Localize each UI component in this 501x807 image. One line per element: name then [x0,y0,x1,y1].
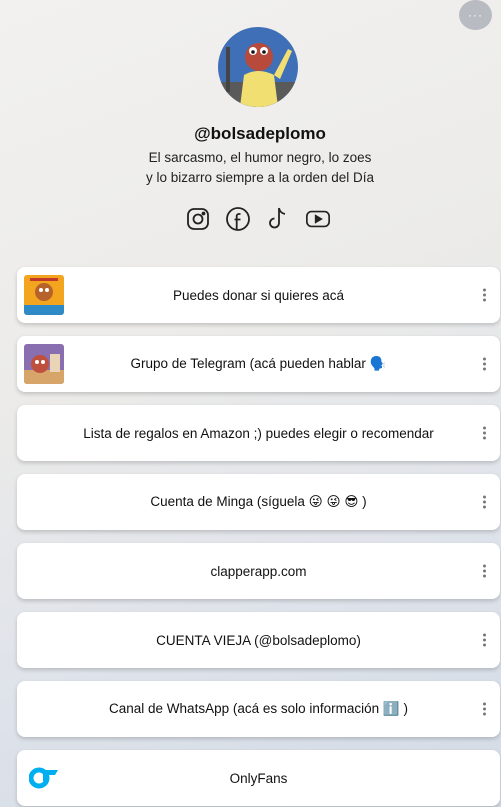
bio-line-2: y lo bizarro siempre a la orden del Día [145,170,375,185]
social-icons [185,206,331,232]
share-menu-icon[interactable] [482,288,486,302]
link-label: OnlyFans [229,770,288,786]
link-cuenta-vieja[interactable]: CUENTA VIEJA (@bolsadeplomo) [17,612,500,668]
thumb-donar [24,275,64,315]
link-donar[interactable]: Puedes donar si quieres acá [17,267,500,323]
more-options-button[interactable]: ··· [459,0,492,30]
link-list: Puedes donar si quieres acá Grupo de Tel… [17,267,500,807]
link-clapper[interactable]: clapperapp.com [17,543,500,599]
share-menu-icon[interactable] [482,564,486,578]
link-onlyfans[interactable]: OnlyFans [17,750,500,806]
share-menu-icon[interactable] [482,426,486,440]
instagram-icon[interactable] [185,206,211,232]
avatar [218,27,298,107]
link-minga[interactable]: Cuenta de Minga (síguela 😜 😜 😎 ) [17,474,500,530]
link-label: Grupo de Telegram (acá pueden hablar 🗣️ [130,356,387,371]
share-menu-icon[interactable] [482,633,486,647]
tiktok-icon[interactable] [265,206,291,232]
link-label: CUENTA VIEJA (@bolsadeplomo) [156,632,361,648]
link-label: Canal de WhatsApp (acá es solo informaci… [109,701,408,716]
link-label: Puedes donar si quieres acá [172,287,345,303]
link-telegram[interactable]: Grupo de Telegram (acá pueden hablar 🗣️ [17,336,500,392]
onlyfans-icon [28,767,59,789]
facebook-icon[interactable] [225,206,251,232]
share-menu-icon[interactable] [482,702,486,716]
profile-username: @bolsadeplomo [194,124,326,143]
link-amazon[interactable]: Lista de regalos en Amazon ;) puedes ele… [17,405,500,461]
profile-bio: El sarcasmo, el humor negro, lo zoes y l… [0,148,501,188]
link-label: Lista de regalos en Amazon ;) puedes ele… [83,425,434,441]
thumb-telegram [24,344,64,384]
youtube-icon[interactable] [305,206,331,232]
link-whatsapp[interactable]: Canal de WhatsApp (acá es solo informaci… [17,681,500,737]
share-menu-icon[interactable] [482,495,486,509]
bio-line-1: El sarcasmo, el humor negro, lo zoes [148,150,372,165]
link-label: clapperapp.com [210,563,307,579]
share-menu-icon[interactable] [482,357,486,371]
link-label: Cuenta de Minga (síguela 😜 😜 😎 ) [150,494,367,509]
